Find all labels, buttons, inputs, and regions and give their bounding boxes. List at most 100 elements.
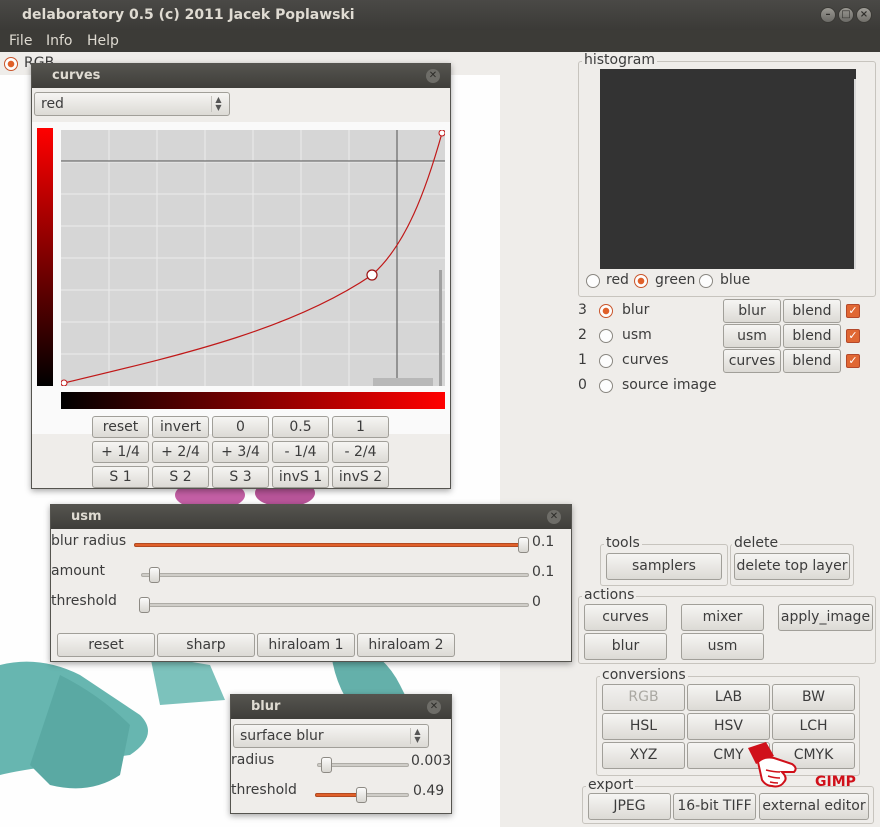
layer-blend-button[interactable]: blend bbox=[783, 324, 841, 348]
usm-reset-button[interactable]: reset bbox=[57, 633, 155, 657]
curve-preset-button[interactable]: - 2/4 bbox=[332, 441, 389, 463]
tools-title: tools bbox=[604, 535, 642, 551]
histogram-blue-radio[interactable] bbox=[699, 274, 713, 288]
gimp-logo-text: GIMP bbox=[815, 774, 856, 790]
histogram-blue-label: blue bbox=[720, 272, 751, 288]
curve-preset-button[interactable]: 1 bbox=[332, 416, 389, 438]
blur-slider-label: threshold bbox=[231, 782, 297, 798]
curve-preset-button[interactable]: invS 2 bbox=[332, 466, 389, 488]
convert-hsv-button[interactable]: HSV bbox=[687, 713, 770, 740]
curve-preset-button[interactable]: + 3/4 bbox=[212, 441, 269, 463]
layer-select-radio[interactable] bbox=[599, 354, 613, 368]
action-mixer-button[interactable]: mixer bbox=[681, 604, 764, 631]
action-apply-image-button[interactable]: apply_image bbox=[778, 604, 873, 631]
usm-sharp-button[interactable]: sharp bbox=[157, 633, 255, 657]
usm-blur-radius-handle[interactable] bbox=[518, 537, 529, 553]
export-jpeg-button[interactable]: JPEG bbox=[588, 793, 671, 820]
delete-top-layer-button[interactable]: delete top layer bbox=[734, 553, 850, 580]
curve-graph[interactable] bbox=[61, 130, 445, 386]
curve-invert-button[interactable]: invert bbox=[152, 416, 209, 438]
blur-radius-handle[interactable] bbox=[321, 757, 333, 773]
curve-preset-button[interactable]: invS 1 bbox=[272, 466, 329, 488]
layer-select-radio[interactable] bbox=[599, 304, 613, 318]
menu-help[interactable]: Help bbox=[87, 33, 119, 49]
layer-name: usm bbox=[622, 327, 652, 343]
usm-threshold-handle[interactable] bbox=[139, 597, 150, 613]
layer-enabled-checkbox[interactable]: ✓ bbox=[846, 354, 860, 368]
output-gradient-bar bbox=[37, 128, 53, 386]
curve-preset-button[interactable]: + 1/4 bbox=[92, 441, 149, 463]
usm-panel[interactable]: usm ✕ blur radius 0.1 amount 0.1 thresho… bbox=[50, 504, 572, 662]
curve-preset-button[interactable]: 0 bbox=[212, 416, 269, 438]
layer-blend-button[interactable]: blend bbox=[783, 299, 841, 323]
curve-preset-button[interactable]: S 1 bbox=[92, 466, 149, 488]
histogram-red-label: red bbox=[606, 272, 629, 288]
layer-blend-button[interactable]: blend bbox=[783, 349, 841, 373]
usm-slider-value: 0.1 bbox=[532, 534, 555, 550]
menu-info[interactable]: Info bbox=[46, 33, 73, 49]
histogram-title: histogram bbox=[582, 52, 657, 68]
curve-preset-button[interactable]: 0.5 bbox=[272, 416, 329, 438]
close-icon[interactable]: ✕ bbox=[547, 510, 561, 524]
action-curves-button[interactable]: curves bbox=[584, 604, 667, 631]
blur-panel[interactable]: blur ✕ surface blur ▲▼ radius 0.0035 thr… bbox=[230, 694, 452, 814]
minimize-icon[interactable]: – bbox=[820, 7, 836, 23]
curve-preset-button[interactable]: S 3 bbox=[212, 466, 269, 488]
maximize-icon[interactable]: □ bbox=[838, 7, 854, 23]
convert-hsl-button[interactable]: HSL bbox=[602, 713, 685, 740]
layer-select-radio[interactable] bbox=[599, 379, 613, 393]
layer-name: curves bbox=[622, 352, 669, 368]
menu-file[interactable]: File bbox=[9, 33, 32, 49]
close-icon[interactable]: × bbox=[856, 7, 872, 23]
curves-channel-select[interactable]: red ▲ ▼ bbox=[34, 92, 230, 116]
histogram-green-radio[interactable] bbox=[634, 274, 648, 288]
curve-reset-button[interactable]: reset bbox=[92, 416, 149, 438]
curves-channel-value: red bbox=[41, 96, 64, 112]
blur-threshold-handle[interactable] bbox=[355, 787, 367, 803]
close-icon[interactable]: ✕ bbox=[426, 69, 440, 83]
usm-slider-label: blur radius bbox=[51, 533, 127, 549]
delete-title: delete bbox=[732, 535, 781, 551]
curves-panel-titlebar[interactable]: curves ✕ bbox=[32, 64, 450, 88]
layer-action-button[interactable]: usm bbox=[723, 324, 781, 348]
usm-threshold-slider[interactable] bbox=[139, 603, 529, 607]
action-blur-button[interactable]: blur bbox=[584, 633, 667, 660]
samplers-button[interactable]: samplers bbox=[606, 553, 722, 580]
usm-hiraloam1-button[interactable]: hiraloam 1 bbox=[257, 633, 355, 657]
layer-select-radio[interactable] bbox=[599, 329, 613, 343]
curve-preset-button[interactable]: + 2/4 bbox=[152, 441, 209, 463]
histogram-red-radio[interactable] bbox=[586, 274, 600, 288]
layer-enabled-checkbox[interactable]: ✓ bbox=[846, 304, 860, 318]
convert-lch-button[interactable]: LCH bbox=[772, 713, 855, 740]
convert-lab-button[interactable]: LAB bbox=[687, 684, 770, 711]
layer-index: 0 bbox=[578, 377, 587, 393]
curves-panel[interactable]: curves ✕ red ▲ ▼ reset invert 0 0.5 1 + … bbox=[31, 63, 451, 489]
chevron-up-down-icon: ▲ ▼ bbox=[410, 728, 424, 744]
usm-amount-handle[interactable] bbox=[148, 567, 160, 583]
blur-panel-titlebar[interactable]: blur ✕ bbox=[231, 695, 451, 719]
close-icon[interactable]: ✕ bbox=[427, 700, 441, 714]
window-title: delaboratory 0.5 (c) 2011 Jacek Poplawsk… bbox=[22, 7, 355, 23]
usm-slider-label: threshold bbox=[51, 593, 117, 609]
usm-panel-title: usm bbox=[71, 509, 102, 524]
action-usm-button[interactable]: usm bbox=[681, 633, 764, 660]
blur-mode-select[interactable]: surface blur ▲ ▼ bbox=[233, 724, 429, 748]
layer-name: source image bbox=[622, 377, 717, 393]
curve-preset-button[interactable]: S 2 bbox=[152, 466, 209, 488]
usm-hiraloam2-button[interactable]: hiraloam 2 bbox=[357, 633, 455, 657]
usm-panel-titlebar[interactable]: usm ✕ bbox=[51, 505, 571, 529]
layer-index: 2 bbox=[578, 327, 587, 343]
rgb-channel-radio[interactable] bbox=[4, 57, 18, 71]
layer-action-button[interactable]: curves bbox=[723, 349, 781, 373]
layer-action-button[interactable]: blur bbox=[723, 299, 781, 323]
layer-index: 3 bbox=[578, 302, 587, 318]
usm-amount-slider[interactable] bbox=[141, 573, 529, 577]
usm-slider-value: 0 bbox=[532, 594, 541, 610]
curve-preset-button[interactable]: - 1/4 bbox=[272, 441, 329, 463]
usm-slider-value: 0.1 bbox=[532, 564, 555, 580]
convert-bw-button[interactable]: BW bbox=[772, 684, 855, 711]
convert-xyz-button[interactable]: XYZ bbox=[602, 742, 685, 769]
menu-bar: File Info Help bbox=[0, 30, 880, 52]
layer-enabled-checkbox[interactable]: ✓ bbox=[846, 329, 860, 343]
convert-rgb-button: RGB bbox=[602, 684, 685, 711]
